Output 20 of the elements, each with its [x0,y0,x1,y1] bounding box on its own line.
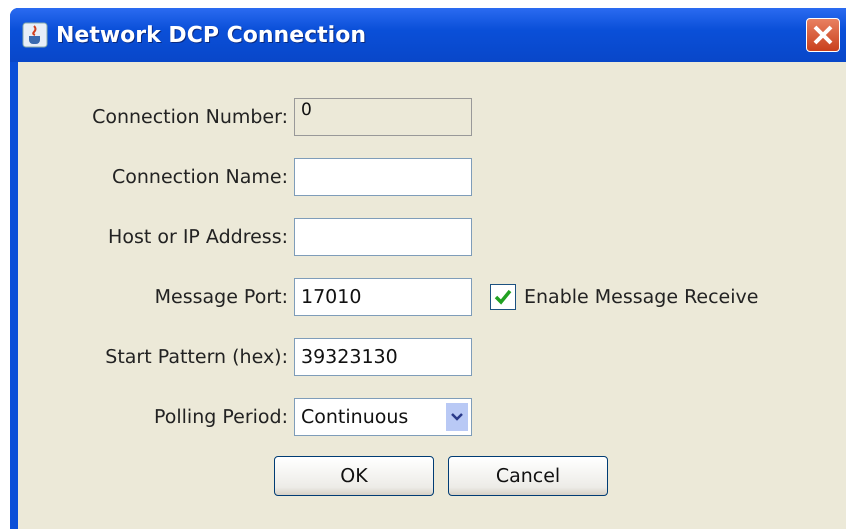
checkbox-label: Enable Message Receive [524,286,758,308]
close-icon [811,23,835,47]
checkbox[interactable] [490,284,516,310]
field-label: Message Port: [154,286,288,308]
dialog-button[interactable]: OK [274,456,434,496]
window-title: Network DCP Connection [56,22,367,48]
field-label: Connection Number: [91,106,288,128]
cup-icon [22,22,48,48]
text-field[interactable]: 39323130 [294,338,472,376]
text-field[interactable] [294,218,472,256]
field-label: Connection Name: [110,166,288,188]
field-label: Start Pattern (hex): [104,346,288,368]
caret-icon [446,403,468,431]
field-label: Polling Period: [152,406,288,428]
field-label: Host or IP Address: [107,226,288,248]
dropdown[interactable]: Continuous [294,398,472,436]
text-field[interactable]: 17010 [294,278,472,316]
text-field[interactable] [294,158,472,196]
dialog-button[interactable]: Cancel [448,456,608,496]
close-button[interactable] [806,18,840,52]
